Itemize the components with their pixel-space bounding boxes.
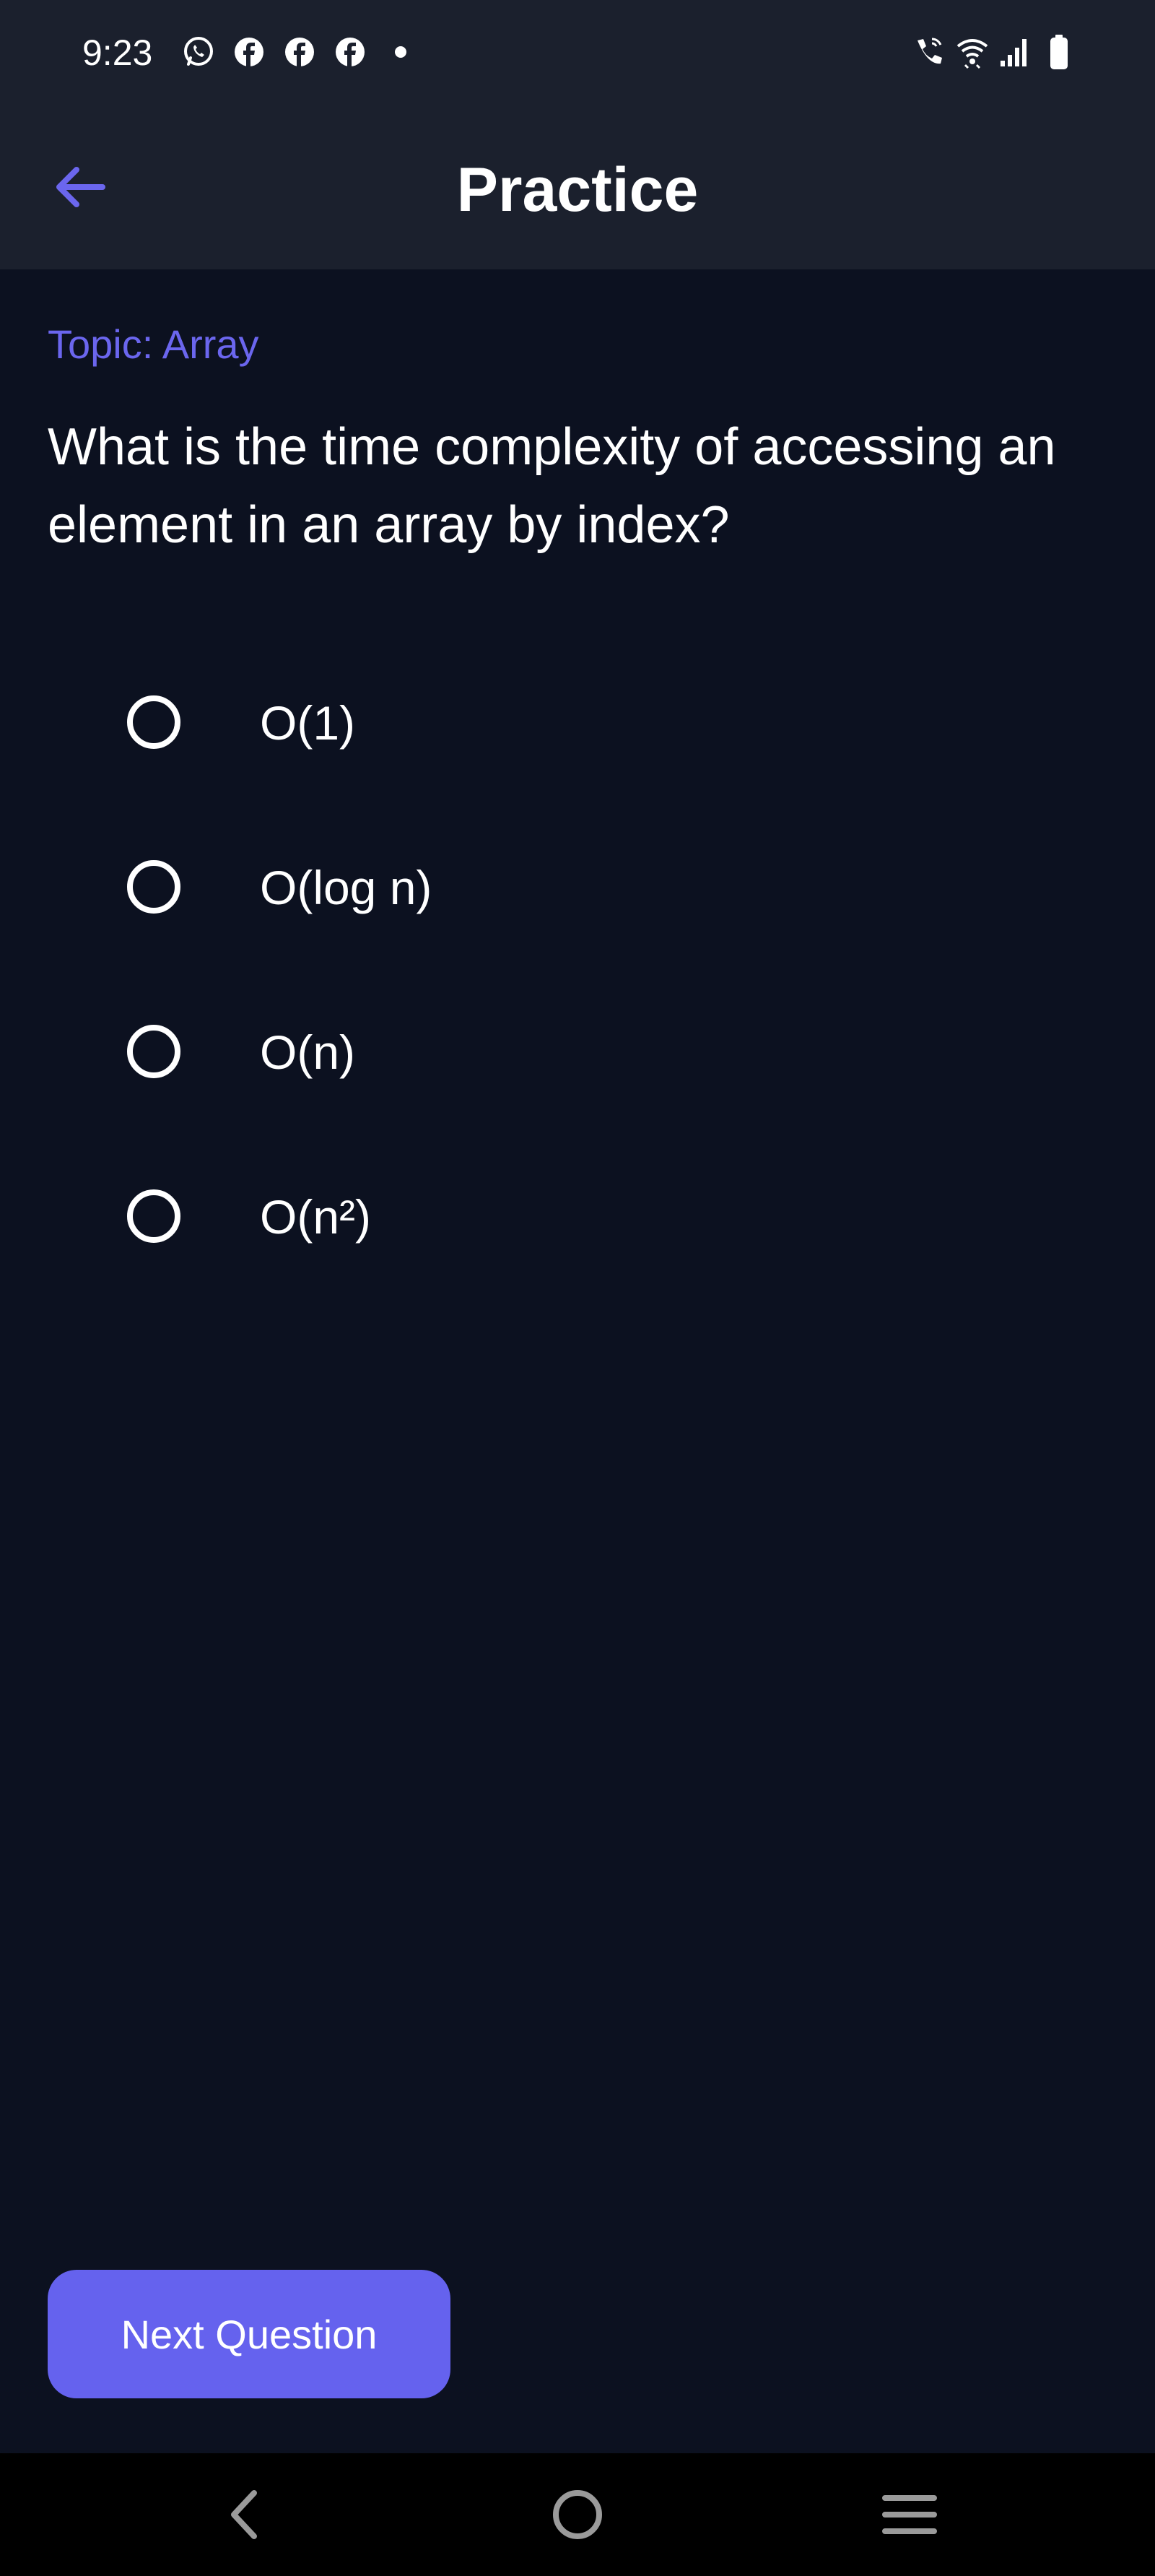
topic-label: Topic: Array: [48, 321, 259, 367]
facebook-icon: [332, 34, 368, 70]
option-label: O(n²): [260, 1190, 371, 1244]
option-label: O(1): [260, 696, 355, 750]
facebook-icon: [231, 34, 267, 70]
facebook-icon: [282, 34, 318, 70]
answer-option[interactable]: O(n): [0, 979, 1155, 1124]
notification-icons: [180, 32, 419, 72]
recents-icon[interactable]: [873, 2479, 946, 2551]
system-status-icons: [911, 32, 1077, 72]
back-icon[interactable]: [208, 2479, 280, 2551]
whatsapp-icon: [180, 34, 217, 70]
next-question-button[interactable]: Next Question: [48, 2270, 450, 2398]
radio-button-icon[interactable]: [127, 860, 180, 914]
signal-icon: [998, 34, 1034, 70]
page-title: Practice: [456, 155, 699, 225]
app-bar: Practice: [0, 105, 1155, 269]
option-label: O(log n): [260, 861, 432, 914]
status-time: 9:23: [82, 32, 153, 73]
wifi-call-icon: [911, 34, 947, 70]
notification-dot-icon: [383, 34, 419, 70]
home-icon[interactable]: [541, 2479, 614, 2551]
wifi-icon: [954, 34, 990, 70]
radio-button-icon[interactable]: [127, 695, 180, 749]
question-text: What is the time complexity of accessing…: [48, 418, 1056, 554]
system-nav-bar: [0, 2453, 1155, 2576]
battery-icon: [1041, 34, 1077, 70]
option-label: O(n): [260, 1025, 355, 1079]
answer-option[interactable]: O(1): [0, 650, 1155, 794]
practice-screen: 9:23 Practice Topic: Array What is the t…: [0, 0, 1155, 2576]
radio-button-icon[interactable]: [127, 1189, 180, 1243]
status-bar: 9:23: [0, 0, 1155, 105]
radio-button-icon[interactable]: [127, 1025, 180, 1078]
answer-option[interactable]: O(log n): [0, 815, 1155, 959]
answer-option[interactable]: O(n²): [0, 1144, 1155, 1288]
